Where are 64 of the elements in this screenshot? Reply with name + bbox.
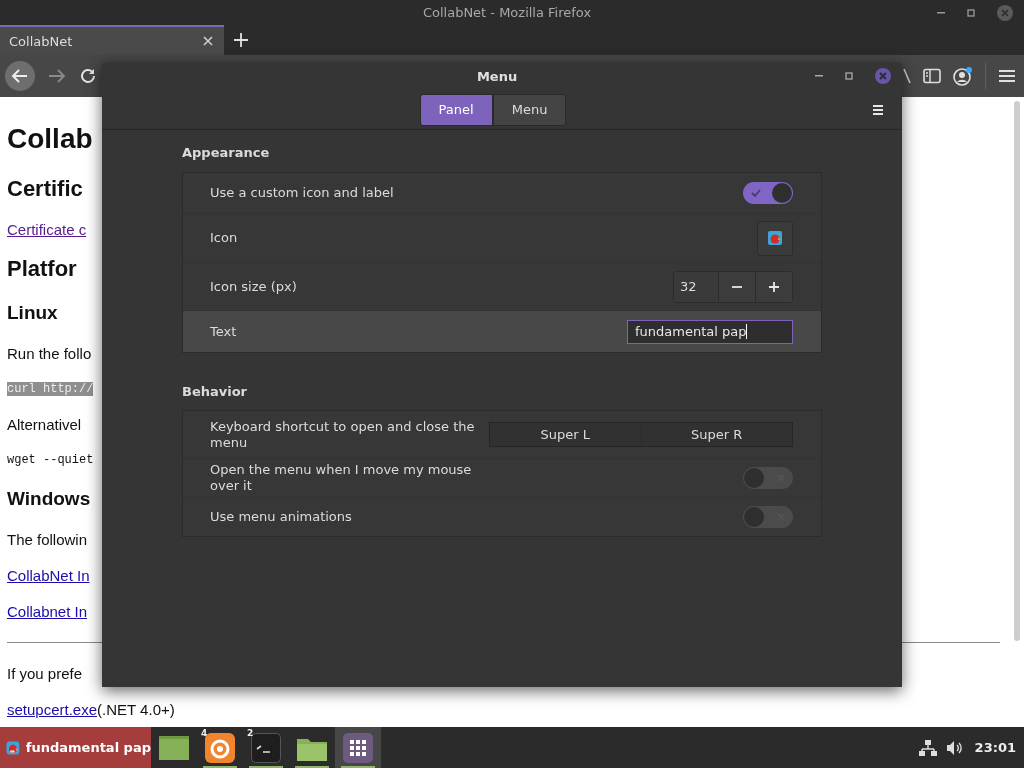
clock[interactable]: 23:01 (972, 740, 1024, 755)
sidebar-icon[interactable] (923, 68, 941, 84)
network-icon[interactable] (918, 739, 937, 756)
browser-tab[interactable]: CollabNet (0, 25, 224, 55)
volume-icon[interactable] (945, 739, 964, 756)
reload-icon[interactable] (79, 67, 97, 85)
dialog-title: Menu (476, 68, 518, 84)
forward-icon[interactable] (47, 68, 67, 84)
subsection-heading: Linux (7, 302, 58, 324)
setting-label: Text (210, 323, 237, 340)
toggle-switch[interactable] (743, 467, 793, 489)
restore-icon[interactable] (844, 71, 854, 81)
paragraph-text: The followin (7, 530, 88, 548)
setting-label: Open the menu when I move my mouse over it (210, 462, 473, 494)
toggle-switch[interactable] (743, 182, 793, 204)
code-text: curl http:// (7, 381, 94, 396)
view-tab[interactable]: Menu (492, 93, 567, 126)
section-heading: Certific (7, 176, 83, 202)
back-icon[interactable] (5, 61, 35, 91)
close-icon[interactable] (202, 35, 214, 47)
scrollbar[interactable] (1014, 101, 1020, 641)
terminal-icon (251, 732, 281, 763)
setting-label: Use a custom icon and label (210, 185, 394, 201)
page-heading: Collab (7, 123, 93, 155)
page-link[interactable]: CollabNet In (7, 566, 90, 584)
paragraph-text: If you prefe (7, 664, 83, 682)
taskbar-app[interactable]: 2 (243, 727, 289, 768)
paragraph-text: (.NET 4.0+) (97, 700, 175, 718)
view-tab[interactable]: Panel (419, 93, 493, 126)
section-title: Appearance (182, 144, 271, 162)
section-title: Behavior (182, 383, 249, 401)
window-icon (159, 735, 189, 760)
download-link[interactable]: setupcert.exe (7, 700, 98, 718)
page-link[interactable]: Collabnet In (7, 602, 88, 620)
window-count: 4 (201, 728, 208, 738)
icon-picker-button[interactable] (757, 220, 793, 256)
menu-button[interactable]: fundamental pap (0, 727, 151, 768)
code-text: wget --quiet (7, 452, 94, 467)
restore-icon[interactable] (966, 7, 976, 18)
shortcut-button[interactable]: Super L (490, 423, 641, 446)
app-grid-icon (343, 732, 373, 763)
taskbar-app[interactable] (335, 727, 381, 768)
page-link[interactable]: Certificate c (7, 220, 87, 238)
new-tab-icon[interactable] (233, 32, 249, 48)
taskbar-app[interactable]: 4 (197, 727, 243, 768)
setting-label: Icon (210, 230, 238, 246)
check-icon (751, 188, 761, 198)
minimize-icon[interactable] (814, 74, 824, 78)
setting-label: Use menu animations (210, 509, 352, 525)
menu-icon[interactable] (998, 68, 1016, 84)
account-icon[interactable] (953, 66, 973, 86)
toggle-switch[interactable] (743, 506, 793, 528)
bird-icon (768, 231, 782, 245)
section-heading: Platfor (7, 256, 77, 282)
paragraph-text: Run the follo (7, 344, 92, 362)
setting-label: Keyboard shortcut to open and close the menu (210, 418, 476, 451)
setting-label: Icon size (px) (210, 278, 297, 295)
text-field[interactable]: fundamental pap (627, 319, 793, 344)
subsection-heading: Windows (7, 488, 91, 510)
menu-icon[interactable] (872, 103, 884, 116)
paragraph-text: Alternativel (7, 415, 82, 433)
window-title: CollabNet - Mozilla Firefox (422, 5, 592, 20)
shortcut-button[interactable]: Super R (640, 423, 792, 446)
window-count: 2 (247, 728, 254, 738)
